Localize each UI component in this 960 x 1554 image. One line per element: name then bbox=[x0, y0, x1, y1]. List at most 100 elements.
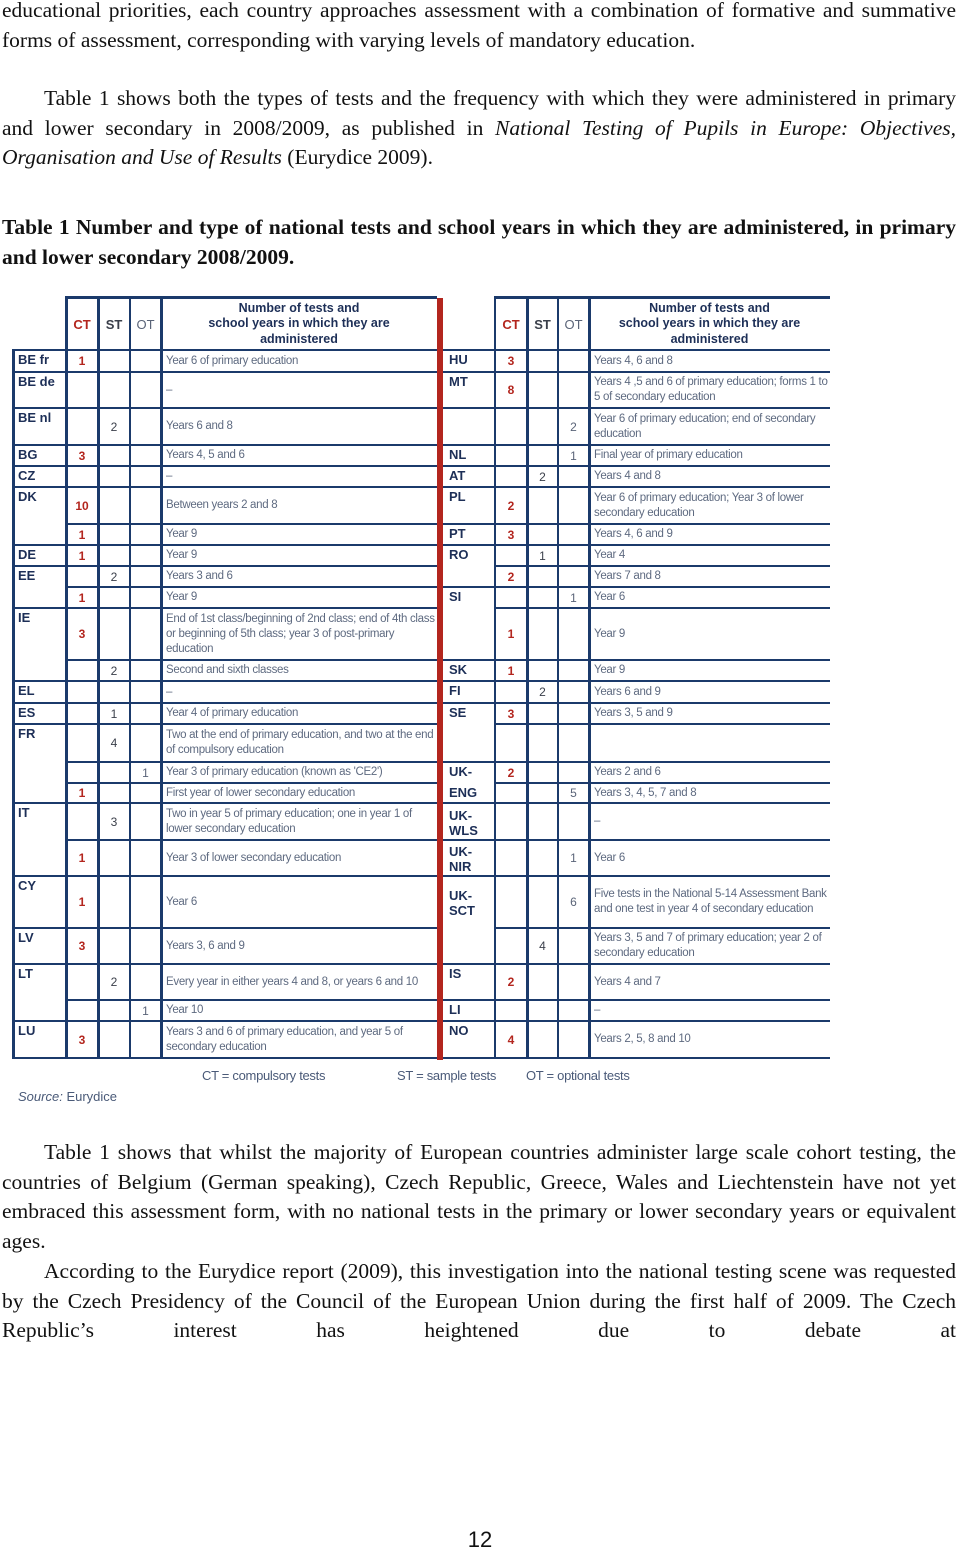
right-st-count bbox=[527, 803, 558, 840]
left-st-count: 4 bbox=[110, 736, 118, 750]
left-st-count: 2 bbox=[110, 663, 118, 678]
right-row-border bbox=[443, 999, 830, 1001]
left-header-description: Number of tests and school years in which… bbox=[161, 298, 437, 350]
right-ot-count bbox=[558, 350, 589, 372]
left-country-code: BE de bbox=[18, 374, 55, 389]
right-ot-count bbox=[558, 487, 589, 524]
left-ct-count bbox=[66, 703, 98, 724]
left-row-border bbox=[12, 1057, 437, 1059]
right-header-desc-line-3: administered bbox=[670, 331, 749, 346]
right-ct-count bbox=[495, 445, 527, 466]
left-subrow-border bbox=[66, 761, 437, 763]
right-st-count: 4 bbox=[539, 939, 546, 953]
right-st-count: 2 bbox=[539, 469, 546, 484]
right-ct-count bbox=[495, 466, 527, 487]
left-ct-count: 1 bbox=[78, 354, 86, 368]
right-subrow-border bbox=[495, 607, 830, 609]
left-country-code: ES bbox=[18, 705, 36, 720]
left-country-code: EL bbox=[18, 683, 35, 698]
left-row-border bbox=[12, 927, 437, 929]
right-country-code: NL bbox=[449, 447, 467, 462]
left-ct-count: 3 bbox=[78, 939, 86, 953]
left-row-border bbox=[12, 680, 437, 682]
right-row-border bbox=[443, 1057, 830, 1059]
left-header-top-border bbox=[66, 296, 437, 299]
right-row-border bbox=[443, 761, 830, 763]
left-ct-count bbox=[66, 372, 98, 408]
right-st-count: 1 bbox=[539, 548, 546, 563]
right-ot-count bbox=[558, 524, 589, 545]
left-st-count bbox=[98, 350, 130, 372]
right-row-border bbox=[443, 486, 830, 488]
left-country-code: BG bbox=[18, 447, 38, 462]
left-header-desc-line-1: Number of tests and bbox=[238, 300, 360, 315]
right-ct-count: 8 bbox=[507, 383, 515, 397]
left-years-description: – bbox=[166, 470, 173, 482]
left-ot-count: 1 bbox=[142, 1003, 149, 1018]
right-years-description: Years 3, 5 and 9 bbox=[594, 707, 673, 719]
left-st-count: 1 bbox=[110, 706, 118, 721]
left-st-count bbox=[98, 876, 130, 928]
right-years-description: Years 4 and 8 bbox=[594, 470, 661, 482]
right-ct-count bbox=[495, 408, 527, 445]
right-country-code: AT bbox=[449, 468, 466, 483]
right-country-code: SK bbox=[449, 662, 468, 677]
right-years-description: Years 7 and 8 bbox=[594, 570, 661, 582]
left-column-border bbox=[129, 296, 131, 1058]
right-years-description: Years 2 and 6 bbox=[594, 766, 661, 778]
right-ot-count bbox=[558, 964, 589, 1000]
right-ct-count bbox=[495, 803, 527, 840]
country-code-part: WLS bbox=[449, 822, 478, 838]
right-ct-count bbox=[495, 783, 527, 803]
left-years-description: Year 6 of primary education bbox=[166, 354, 299, 367]
left-st-count bbox=[98, 840, 130, 876]
left-years-description: First year of lower secondary education bbox=[166, 786, 356, 799]
right-ot-count bbox=[558, 762, 589, 783]
left-header-desc-line-2: school years in which they are bbox=[208, 316, 390, 331]
right-row-border bbox=[443, 444, 830, 446]
right-st-count bbox=[527, 372, 558, 408]
left-st-count bbox=[98, 372, 130, 408]
right-header-ct: CT bbox=[502, 316, 520, 332]
left-years-description: Two in year 5 of primary education; one … bbox=[166, 807, 412, 835]
source-label: Source: bbox=[18, 1089, 63, 1104]
left-ct-count: 1 bbox=[78, 851, 86, 865]
right-st-count bbox=[527, 724, 558, 762]
legend-ot: OT = optional tests bbox=[526, 1068, 630, 1083]
right-ot-count: 1 bbox=[570, 851, 577, 865]
left-row-border bbox=[12, 544, 437, 546]
right-country-code: UK- bbox=[449, 764, 473, 779]
right-ot-count bbox=[558, 724, 589, 762]
right-years-description: Years 3, 4, 5, 7 and 8 bbox=[594, 786, 697, 799]
right-years-description: Year 9 bbox=[594, 664, 626, 676]
left-ot-count bbox=[130, 803, 161, 840]
right-st-count: 2 bbox=[539, 685, 546, 699]
right-years-description: Years 4, 6 and 8 bbox=[594, 354, 673, 367]
left-ct-count: 1 bbox=[78, 786, 86, 800]
right-country-code: ENG bbox=[449, 785, 478, 800]
left-country-code: DE bbox=[18, 547, 37, 562]
left-st-count bbox=[98, 608, 130, 660]
left-row-border bbox=[12, 407, 437, 409]
right-country-code: RO bbox=[449, 547, 469, 562]
right-years-description: Year 9 bbox=[594, 627, 626, 640]
right-years-description: – bbox=[594, 1004, 601, 1016]
right-ot-count bbox=[558, 566, 589, 587]
left-ot-count bbox=[130, 964, 161, 1000]
left-st-count bbox=[98, 928, 130, 964]
right-subrow-border bbox=[495, 782, 830, 784]
right-ot-count bbox=[558, 545, 589, 566]
left-column-border bbox=[65, 296, 68, 1058]
right-years-description: Years 4 and 7 bbox=[594, 975, 661, 988]
right-ot-count bbox=[558, 928, 589, 964]
right-header-description: Number of tests and school years in which… bbox=[589, 298, 830, 350]
left-ot-count bbox=[130, 724, 161, 762]
right-ct-count bbox=[495, 1000, 527, 1021]
national-tests-table: CT ST OT Number of tests and school years in… bbox=[0, 0, 960, 1120]
left-years-description: – bbox=[166, 685, 173, 698]
right-subrow-border bbox=[495, 565, 830, 567]
right-st-count bbox=[527, 964, 558, 1000]
right-country-code: UK- NIR bbox=[443, 840, 495, 876]
right-country-code: NO bbox=[449, 1023, 469, 1038]
left-ot-count bbox=[130, 487, 161, 524]
